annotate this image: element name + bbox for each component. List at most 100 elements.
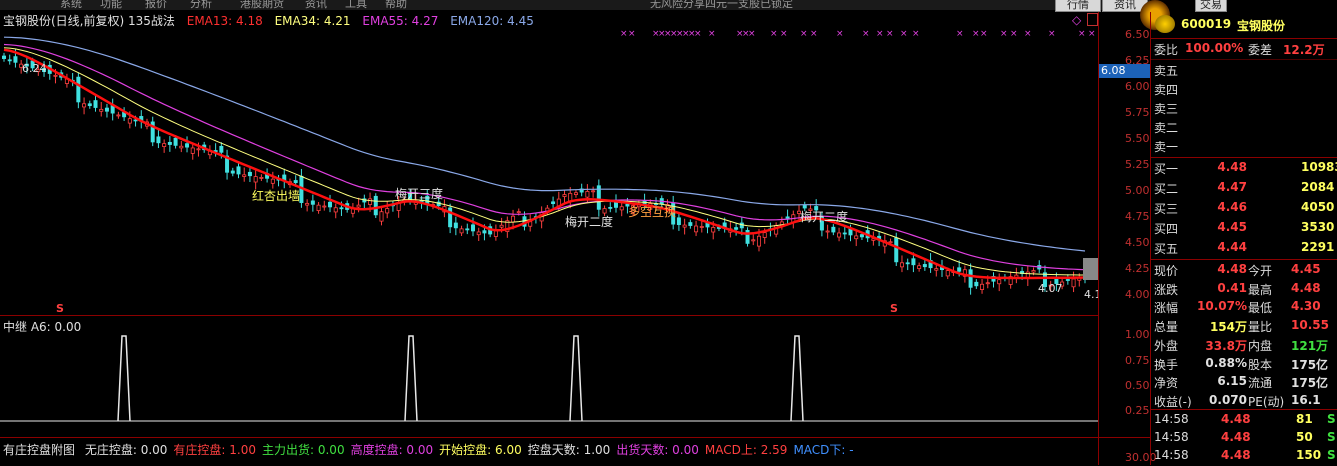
signal-star: × — [1010, 29, 1018, 39]
stat-row[interactable]: 涨跌 0.41 最高 4.48 — [1151, 279, 1337, 299]
stat-row[interactable]: 外盘 33.8万 内盘 121万 — [1151, 335, 1337, 355]
menu-bar: 系统 功能 报价 分析 港股期货 资讯 工具 帮助 无风险分享四元一支股已锁定 — [0, 0, 1150, 10]
quote-button[interactable]: 行情 — [1055, 0, 1101, 12]
stat-row[interactable]: 现价 4.48 今开 4.45 — [1151, 260, 1337, 280]
signal-star: × — [780, 29, 788, 39]
menu-item-hk-futures[interactable]: 港股期货 — [240, 0, 284, 10]
panel-cell: 154万 — [1209, 320, 1247, 335]
panel-cell: 121万 — [1291, 338, 1329, 353]
candle-body — [985, 282, 990, 285]
tick-row[interactable]: 14:58 4.48 81 S — [1151, 410, 1337, 430]
panel-cell: 4.30 — [1291, 299, 1321, 314]
stat-row[interactable]: 换手 0.88% 股本 175亿 — [1151, 354, 1337, 374]
panel-cell: 0.070 — [1209, 392, 1247, 407]
signal-star: × — [900, 29, 908, 39]
menu-item-news[interactable]: 资讯 — [305, 0, 327, 10]
candle-body — [859, 234, 864, 238]
candle-body — [185, 143, 190, 148]
signal-star: × — [886, 29, 894, 39]
price-chart[interactable]: × × ×××××××× × ××× × × × × × × × × × × × × × × × × × × × 6.24 红… — [0, 28, 1098, 315]
panel-cell: 50 — [1296, 430, 1313, 444]
ema13-line — [3, 48, 1086, 280]
panel-cell: 4.45 — [1291, 262, 1321, 276]
candle-body — [551, 201, 556, 205]
candle-body — [247, 171, 252, 177]
stat-row[interactable]: 总量 154万 量比 10.55 — [1151, 316, 1337, 336]
window-toggle-icon[interactable] — [1087, 13, 1098, 26]
candle-body — [785, 216, 790, 219]
signal-label: 红杏出墙 — [252, 188, 300, 203]
menu-item-help[interactable]: 帮助 — [385, 0, 407, 10]
candle-body — [842, 232, 847, 235]
panel-cell: 今开 — [1248, 264, 1273, 278]
candle-body — [894, 237, 899, 263]
stat-row[interactable]: 收益(-) 0.070 PE(动) 16.1 — [1151, 391, 1337, 411]
candle-body — [162, 143, 167, 147]
panel-cell: S — [1327, 412, 1336, 426]
panel-cell: 最高 — [1248, 282, 1273, 297]
candle-body — [619, 206, 624, 211]
sell-row[interactable]: 卖五 — [1151, 60, 1337, 80]
panel-cell: 净资 — [1154, 376, 1179, 391]
indicator-name[interactable]: 有庄控盘附图 — [3, 443, 75, 457]
signal-star: × — [1078, 29, 1086, 39]
sell-row[interactable]: 卖一 — [1151, 136, 1337, 156]
panel-cell: 股本 — [1248, 357, 1273, 372]
buy-row[interactable]: 买二 4.47 2084 — [1151, 178, 1337, 198]
panel-cell: 175亿 — [1291, 376, 1329, 391]
buy-row[interactable]: 买三 4.46 4050 — [1151, 198, 1337, 218]
stat-row[interactable]: 涨幅 10.07% 最低 4.30 — [1151, 297, 1337, 317]
menu-item-analysis[interactable]: 分析 — [190, 0, 212, 10]
weicha-value: 12.2万 — [1283, 43, 1325, 57]
candle-body — [2, 55, 7, 59]
candle-body — [762, 232, 767, 238]
candle-body — [499, 224, 504, 228]
candle-body — [980, 283, 985, 290]
sell-row[interactable]: 卖二 — [1151, 117, 1337, 137]
candle-body — [511, 215, 516, 223]
candle-body — [13, 56, 18, 63]
indicator-spike — [569, 335, 583, 422]
candle-body — [585, 191, 590, 198]
ema55-label: EMA55: 4.27 — [362, 14, 439, 28]
sell-row[interactable]: 卖四 — [1151, 79, 1337, 99]
candle-body — [568, 192, 573, 202]
tick-row[interactable]: 14:58 4.48 50 S — [1151, 428, 1337, 448]
buy-row[interactable]: 买五 4.44 2291 — [1151, 238, 1337, 258]
candle-body — [688, 222, 693, 226]
stat-row[interactable]: 净资 6.15 流通 175亿 — [1151, 372, 1337, 392]
panel-cell: 最低 — [1248, 301, 1273, 316]
candle-body — [1071, 278, 1076, 288]
panel-cell: 150 — [1296, 448, 1322, 462]
diamond-icon[interactable]: ◇ — [1072, 13, 1081, 27]
chart-title: 宝钢股份(日线,前复权) 135战法 — [3, 14, 175, 28]
candle-body — [253, 176, 258, 183]
scroll-handle[interactable] — [1083, 258, 1098, 280]
s-marker: S — [56, 302, 64, 315]
signal-label: 梅开二度 — [565, 214, 613, 229]
panel-cell: 买四 — [1154, 222, 1179, 236]
buy-row[interactable]: 买一 4.48 109830 — [1151, 158, 1337, 178]
menu-item-function[interactable]: 功能 — [100, 0, 122, 10]
signal-star: × — [980, 29, 988, 39]
tick-row[interactable]: 14:58 4.48 150 S — [1151, 446, 1337, 466]
indicator-chart[interactable] — [0, 316, 1098, 437]
buy-row[interactable]: 买四 4.45 3530 — [1151, 218, 1337, 238]
trade-button[interactable]: 交易 — [1195, 0, 1227, 12]
menu-item-tools[interactable]: 工具 — [345, 0, 367, 10]
panel-cell: 2291 — [1301, 240, 1335, 254]
panel-cell: 4.47 — [1217, 180, 1247, 194]
y-tick: 4.25 — [1125, 262, 1150, 275]
high-price-label: 6.24 — [22, 62, 47, 75]
candle-body — [322, 205, 327, 208]
stock-header: 600019 宝钢股份 — [1151, 12, 1337, 38]
sell-row[interactable]: 卖三 — [1151, 98, 1337, 118]
panel-cell: 买三 — [1154, 202, 1179, 216]
panel-cell: 175亿 — [1291, 357, 1329, 372]
candle-body — [259, 177, 264, 179]
indicator-spike — [790, 335, 804, 422]
menu-item-quote[interactable]: 报价 — [145, 0, 167, 10]
panel-cell: 4.44 — [1217, 240, 1247, 254]
candle-body — [93, 100, 98, 108]
menu-item-system[interactable]: 系统 — [60, 0, 82, 10]
